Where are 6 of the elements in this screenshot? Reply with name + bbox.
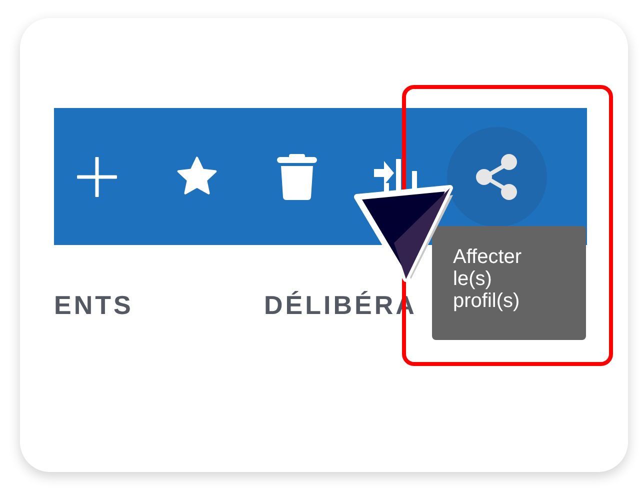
- plus-icon: [77, 156, 117, 196]
- trash-icon: [277, 154, 317, 200]
- star-icon: [175, 156, 219, 198]
- share-icon: [475, 154, 519, 200]
- tooltip: Affecter le(s) profil(s): [432, 226, 586, 340]
- tab-label[interactable]: ENTS: [54, 286, 264, 324]
